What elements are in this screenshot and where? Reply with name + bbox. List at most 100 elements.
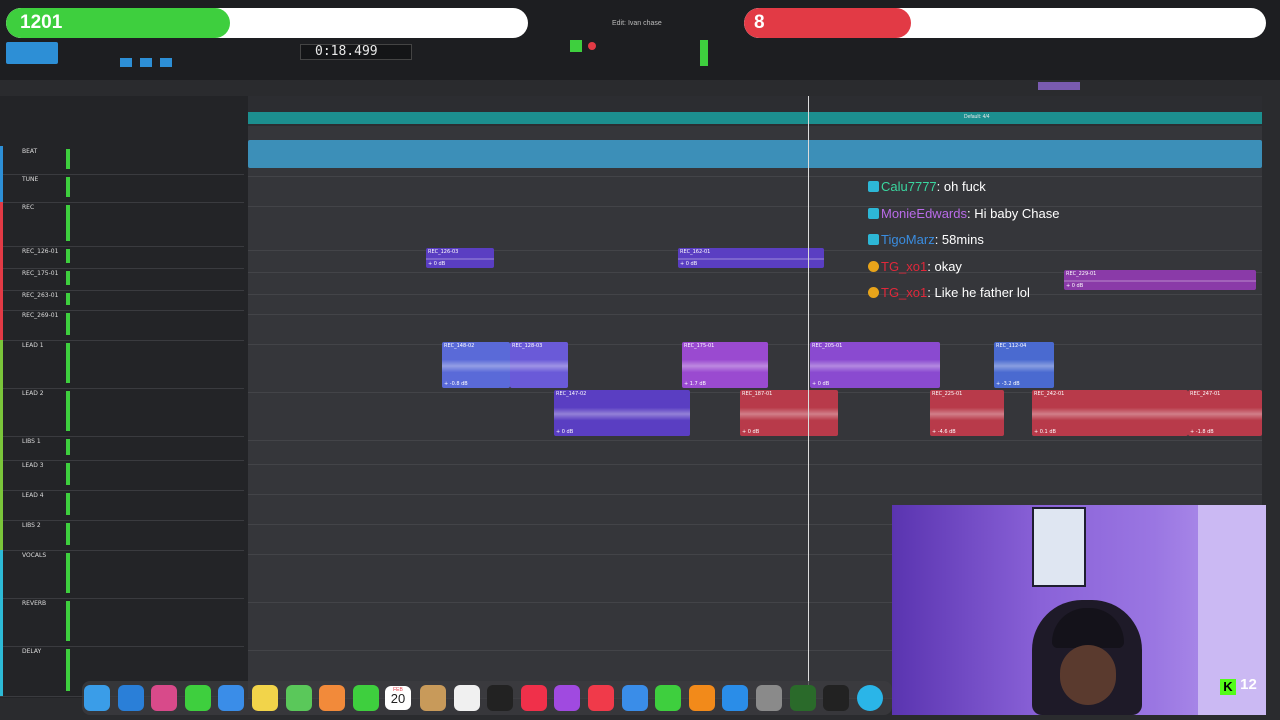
keynote-icon[interactable] [621,685,648,711]
music-icon[interactable] [520,685,547,711]
clip-label: REC_162-01 [680,249,711,255]
instruments-icon[interactable] [789,685,816,711]
track-header[interactable]: BEAT [0,146,244,175]
tool-select-button[interactable] [160,58,172,67]
chat-username: TG_xo1 [881,258,928,274]
track-header[interactable]: REC_263-01 [0,290,244,311]
messages-icon[interactable] [184,685,211,711]
chat-message: TigoMarz: 58mins [868,232,984,247]
record-button[interactable] [588,42,596,50]
track-lane[interactable] [248,206,1262,251]
clip-label: REC_247-01 [1190,391,1221,397]
track-header[interactable]: REC_269-01 [0,310,244,341]
files-icon[interactable] [420,685,446,711]
tool-trim-button[interactable] [140,58,152,67]
facetime-icon[interactable] [352,685,379,711]
track-meter [66,249,70,263]
clip-gain: + 1.7 dB [684,381,706,387]
track-header[interactable]: LIBS 1 [0,436,244,461]
edit-mode-selector[interactable] [6,42,58,64]
track-name: REC_269-01 [22,312,59,319]
finder-icon[interactable] [84,685,110,711]
clip-waveform [994,350,1054,382]
track-lane[interactable] [248,440,1262,465]
safari-icon[interactable] [117,685,144,711]
track-meter [66,149,70,169]
track-lane[interactable] [248,314,1262,345]
photos-icon[interactable] [319,685,346,711]
audio-clip[interactable]: REC_247-01 + -1.8 dB [1188,390,1262,436]
audio-clip[interactable]: REC_242-01 + 0.1 dB [1032,390,1188,436]
izotope-icon[interactable] [823,685,850,711]
appstore-icon[interactable] [722,685,749,711]
calendar-app[interactable]: FEB 20 [385,686,411,710]
beat-clip[interactable] [248,140,1262,168]
track-meter [66,205,70,241]
clip-label: REC_126-03 [428,249,459,255]
track-color-bar [0,310,3,340]
track-lane[interactable] [248,294,1262,315]
track-color-bar [0,436,3,460]
track-header[interactable]: TUNE [0,174,244,203]
track-header[interactable]: LEAD 1 [0,340,244,389]
audio-clip[interactable]: REC_205-01 + 0 dB [810,342,940,388]
timeline-ruler[interactable]: Default: 4/4 [248,82,1262,126]
track-header[interactable]: LIBS 2 [0,520,244,551]
track-name: LEAD 3 [22,462,44,469]
track-header[interactable]: REC [0,202,244,247]
track-color-bar [0,646,3,696]
reminders-icon[interactable] [453,685,480,711]
audio-clip[interactable]: REC_225-01 + -4.6 dB [930,390,1004,436]
pages-icon[interactable] [688,685,715,711]
clip-label: REC_242-01 [1034,391,1065,397]
launchpad-icon[interactable] [151,685,178,711]
audio-clip[interactable]: REC_147-02 + 0 dB [554,390,690,436]
audio-clip[interactable]: REC_162-01 + 0 dB [678,248,824,268]
chat-badge-icon [868,181,879,192]
circle-app-icon[interactable] [856,685,883,711]
audio-clip[interactable]: REC_229-01 + 0 dB [1064,270,1256,290]
track-name: LIBS 2 [22,522,41,529]
track-lane[interactable] [248,464,1262,495]
chat-message: Calu7777: oh fuck [868,179,986,194]
selection-marker [1038,82,1080,90]
chat-badge-icon [868,234,879,245]
numbers-icon[interactable] [655,685,682,711]
audio-clip[interactable]: REC_128-03 [510,342,568,388]
audio-clip[interactable]: REC_148-02 + -0.8 dB [442,342,510,388]
playhead[interactable] [808,96,809,696]
chat-text: : okay [927,258,962,274]
track-meter [66,493,70,515]
kicks-goal: 2800 [473,12,516,33]
track-color-bar [0,268,3,290]
counter-display: 0:18.499 [300,44,412,60]
tv-icon[interactable] [487,685,514,711]
mail-icon[interactable] [218,685,245,711]
chat-message: MonieEdwards: Hi baby Chase [868,206,1060,221]
track-lane[interactable] [248,176,1262,207]
track-header[interactable]: LEAD 2 [0,388,244,437]
kicks-label: KICKS [238,12,298,33]
audio-clip[interactable]: REC_175-01 + 1.7 dB [682,342,768,388]
track-header[interactable]: VOCALS [0,550,244,599]
audio-clip[interactable]: REC_187-01 + 0 dB [740,390,838,436]
track-header[interactable]: REVERB [0,598,244,647]
clip-gain: + 0 dB [1066,283,1084,289]
audio-clip[interactable]: REC_126-03 + 0 dB [426,248,494,268]
track-header[interactable]: REC_175-01 [0,268,244,291]
track-name: REC [22,204,35,211]
track-header[interactable]: REC_126-01 [0,246,244,269]
track-header[interactable]: LEAD 4 [0,490,244,521]
news-icon[interactable] [588,685,614,711]
tool-grab-button[interactable] [120,58,132,67]
chat-badge-icon [868,207,879,219]
track-header[interactable]: LEAD 3 [0,460,244,491]
notes-icon[interactable] [252,685,278,711]
maps-icon[interactable] [285,685,312,711]
podcasts-icon[interactable] [554,685,581,711]
audio-clip[interactable]: REC_112-04 + -3.2 dB [994,342,1054,388]
settings-icon[interactable] [756,685,782,711]
play-button[interactable] [570,40,582,52]
track-meter [66,649,70,691]
track-meter [66,391,70,431]
